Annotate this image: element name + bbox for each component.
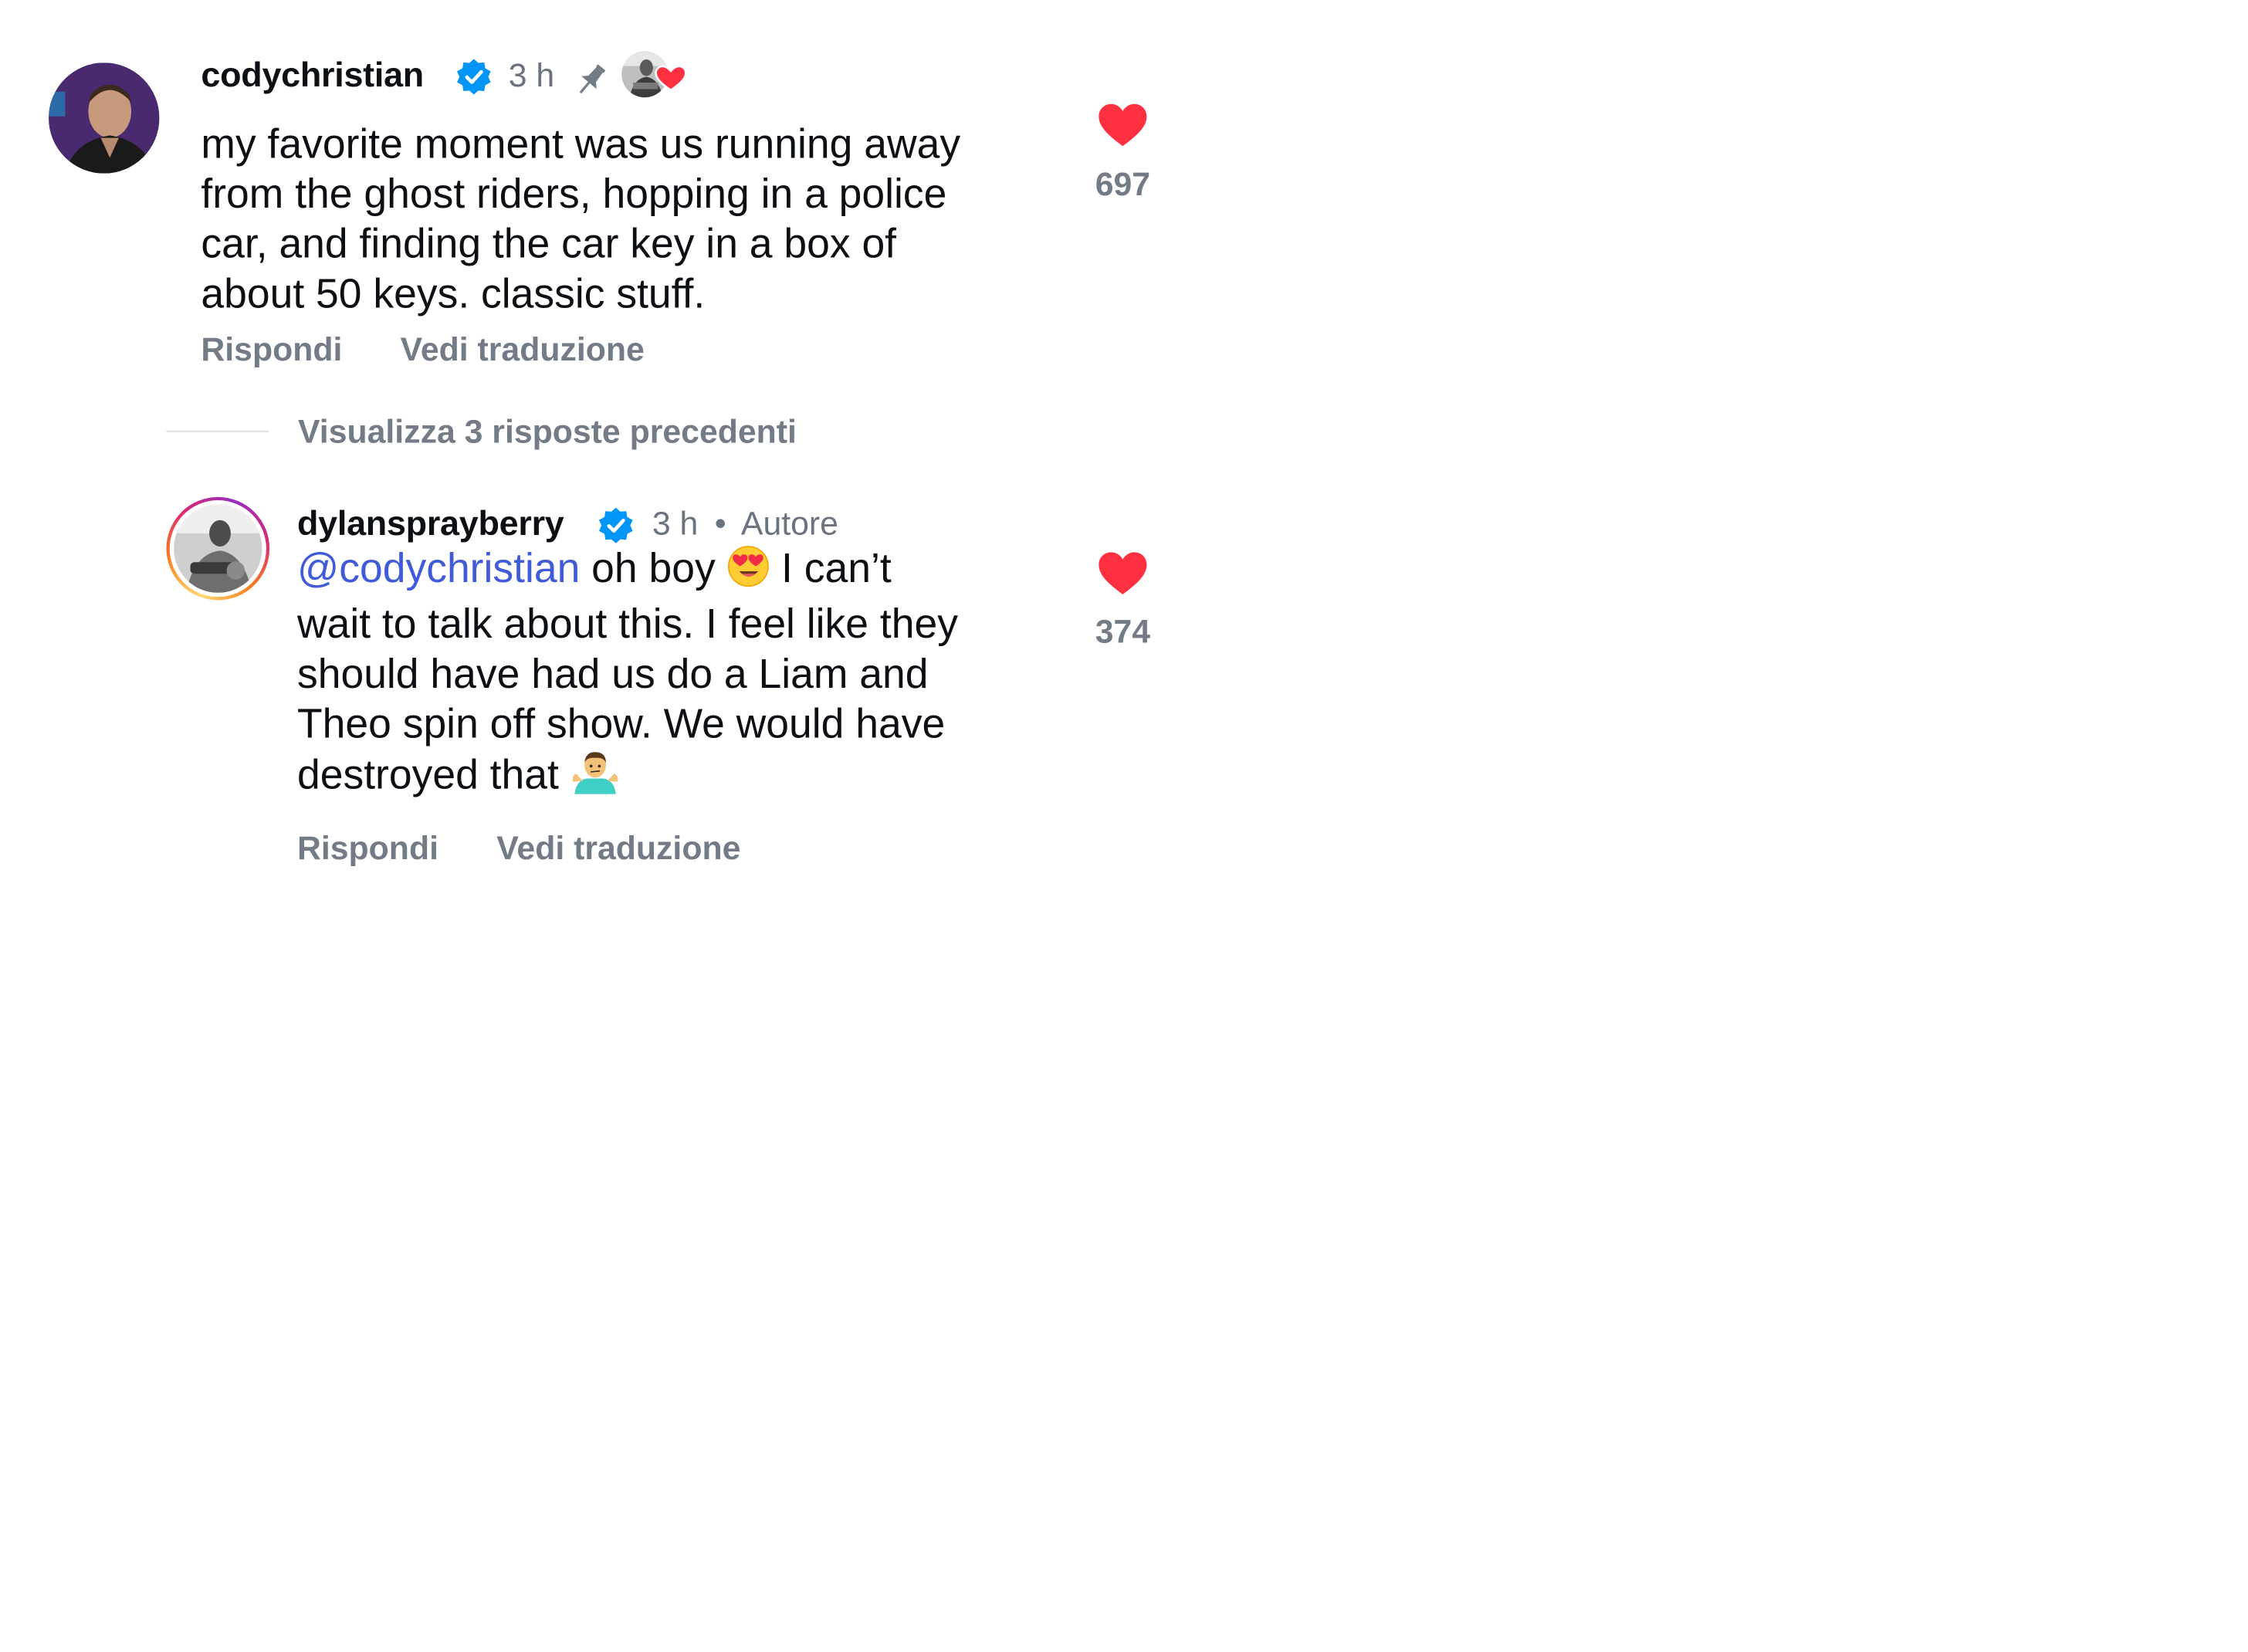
comment-text-segment: oh boy [580,544,727,591]
heart-icon[interactable] [1098,551,1147,595]
reply-button[interactable]: Rispondi [297,831,438,865]
comment-text-line: car, and finding the car key in a box of [201,220,897,267]
avatar-dylansprayberry[interactable] [166,496,270,601]
comment-text-segment: I can’t [770,544,892,591]
reply-button[interactable]: Rispondi [201,333,342,366]
comment-text-line: @codychristian oh boy I can’t [297,543,958,599]
avatar-codychristian[interactable] [49,63,160,174]
comment-text: @codychristian oh boy I can’t wait to ta… [297,543,958,806]
comments-thread: codychristian 3 h my favorite moment was… [0,0,1203,884]
pin-icon [579,64,605,94]
verified-badge-icon [598,507,633,543]
comment-text-line: from the ghost riders, hopping in a poli… [201,170,947,217]
comment-text-line: destroyed that [297,749,958,805]
comment-username[interactable]: dylansprayberry [297,506,564,540]
comment-time: 3 h [652,504,699,542]
verified-badge-icon [457,59,491,95]
heart-icon[interactable] [1098,103,1147,147]
meta-separator: • [714,504,726,542]
comment-text-line: about 50 keys. classic stuff. [201,270,706,317]
see-translation-button[interactable]: Vedi traduzione [496,831,740,865]
comment-text-line: Theo spin off show. We would have [296,700,946,747]
comment-timestamp: 3 h • Autore [652,504,838,542]
shrug-emoji-icon [570,749,620,805]
mention-link[interactable]: @codychristian [297,545,580,591]
liked-by-author-icon [621,49,691,99]
comment-text-line: wait to talk about this. I feel like the… [296,600,958,647]
comment-timestamp: 3 h [508,56,555,93]
view-previous-replies-button[interactable]: Visualizza 3 risposte precedenti [298,415,797,449]
comment-text-segment: destroyed that [296,751,570,798]
like-count: 697 [1095,165,1151,203]
comment-text-line: should have had us do a Liam and [296,650,929,697]
comment-username[interactable]: codychristian [201,57,424,92]
replies-divider [166,430,269,432]
comment-text: my favorite moment was us running away f… [201,119,960,319]
comment-text-line: my favorite moment was us running away [201,120,961,168]
like-count: 374 [1095,613,1151,650]
see-translation-button[interactable]: Vedi traduzione [401,333,645,366]
author-label: Autore [740,504,838,542]
heart-eyes-emoji-icon [727,545,770,599]
